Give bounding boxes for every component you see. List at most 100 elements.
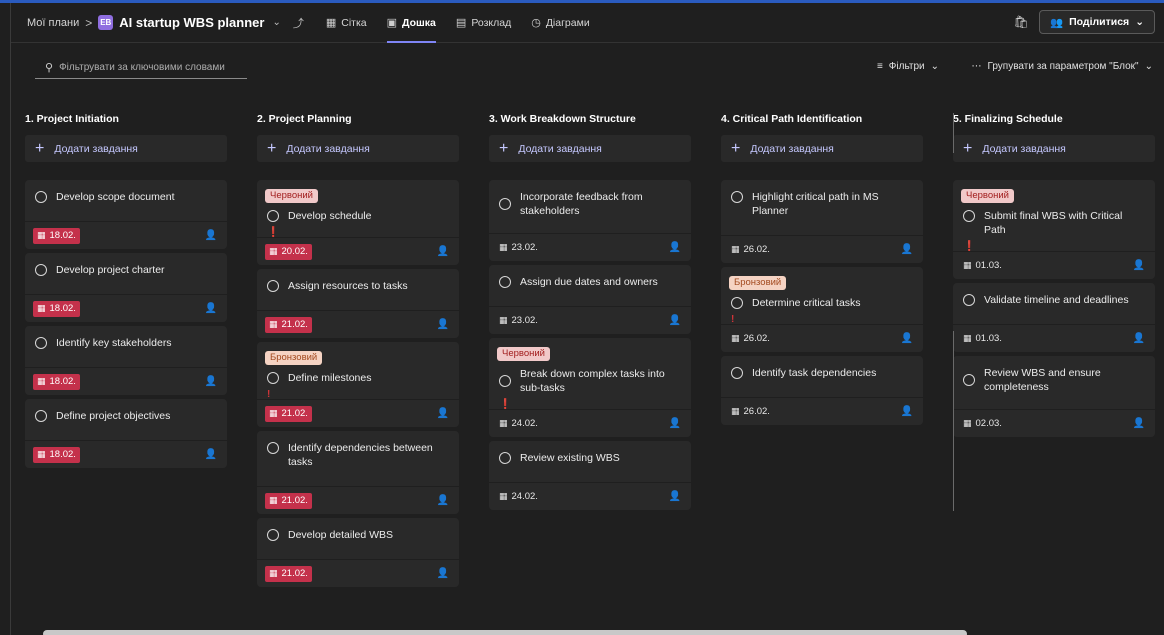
complete-checkbox[interactable] [35, 337, 47, 349]
filters-label: Фільтри [888, 61, 925, 72]
complete-checkbox[interactable] [499, 198, 511, 210]
complete-checkbox[interactable] [35, 410, 47, 422]
tab-board[interactable]: ▣ Дошка [386, 3, 437, 43]
assign-icon[interactable]: 👤 [901, 333, 913, 344]
assign-icon[interactable]: 👤 [437, 568, 449, 579]
due-date-badge: ▦ 26.02. [729, 331, 774, 347]
task-card[interactable]: Бронзовий Determine critical tasks ! ▦ 26… [721, 267, 923, 352]
complete-checkbox[interactable] [499, 452, 511, 464]
due-date: 21.02. [281, 408, 308, 419]
share-button[interactable]: 👥 Поділитися ⌄ [1039, 10, 1155, 34]
tab-schedule[interactable]: ▤ Розклад [456, 3, 511, 43]
task-card[interactable]: Develop scope document ▦ 18.02. 👤 [25, 180, 227, 249]
complete-checkbox[interactable] [267, 529, 279, 541]
due-date: 23.02. [511, 242, 538, 253]
board-icon: ▣ [386, 17, 398, 29]
task-card[interactable]: Бронзовий Define milestones ! ▦ 21.02. 👤 [257, 342, 459, 427]
complete-checkbox[interactable] [963, 374, 975, 386]
assign-icon[interactable]: 👤 [1133, 260, 1145, 271]
task-card[interactable]: Червоний Submit final WBS with Critical … [953, 180, 1155, 279]
complete-checkbox[interactable] [963, 294, 975, 306]
breadcrumb-my-plans[interactable]: Мої плани [27, 17, 79, 29]
assign-icon[interactable]: 👤 [669, 315, 681, 326]
complete-checkbox[interactable] [35, 191, 47, 203]
task-card[interactable]: Review existing WBS ▦ 24.02. 👤 [489, 441, 691, 510]
complete-checkbox[interactable] [963, 210, 975, 222]
task-title: Validate timeline and deadlines [984, 294, 1129, 306]
task-card[interactable]: Develop project charter ▦ 18.02. 👤 [25, 253, 227, 322]
complete-checkbox[interactable] [499, 375, 511, 387]
tab-grid[interactable]: ▦ Сітка [326, 3, 367, 43]
assign-icon[interactable]: 👤 [669, 491, 681, 502]
due-date-badge: ▦ 23.02. [497, 313, 542, 329]
toolbar: ⚲ Фільтрувати за ключовими словами ≡ Філ… [11, 43, 1164, 93]
filters-button[interactable]: ≡ Фільтри ⌄ [877, 61, 939, 72]
due-date: 23.02. [511, 315, 538, 326]
assign-icon[interactable]: 👤 [437, 408, 449, 419]
add-task-label: Додати завдання [54, 142, 138, 155]
task-card[interactable]: Assign due dates and owners ▦ 23.02. 👤 [489, 265, 691, 334]
assign-icon[interactable]: 👤 [437, 319, 449, 330]
plan-title[interactable]: AI startup WBS planner [119, 15, 264, 30]
assign-icon[interactable]: 👤 [205, 376, 217, 387]
bucket-title[interactable]: 2. Project Planning [257, 113, 459, 129]
complete-checkbox[interactable] [731, 297, 743, 309]
plus-icon: + [267, 139, 277, 157]
assign-icon[interactable]: 👤 [437, 246, 449, 257]
search-placeholder: Фільтрувати за ключовими словами [59, 62, 225, 73]
assign-icon[interactable]: 👤 [1133, 418, 1145, 429]
task-card[interactable]: Highlight critical path in MS Planner ▦ 2… [721, 180, 923, 263]
complete-checkbox[interactable] [267, 280, 279, 292]
assign-icon[interactable]: 👤 [669, 242, 681, 253]
task-card[interactable]: Assign resources to tasks ▦ 21.02. 👤 [257, 269, 459, 338]
complete-checkbox[interactable] [267, 442, 279, 454]
task-card[interactable]: Червоний Develop schedule ❗ ▦ 20.02. 👤 [257, 180, 459, 265]
task-card[interactable]: Incorporate feedback from stakeholders ▦… [489, 180, 691, 261]
bucket-title[interactable]: 4. Critical Path Identification [721, 113, 923, 129]
bucket-column: 3. Work Breakdown Structure + Додати зав… [489, 113, 691, 514]
assign-icon[interactable]: 👤 [205, 449, 217, 460]
task-card[interactable]: Develop detailed WBS ▦ 21.02. 👤 [257, 518, 459, 587]
tab-charts[interactable]: ◷ Діаграми [531, 3, 590, 43]
add-task-button[interactable]: + Додати завдання [25, 135, 227, 162]
bucket-title[interactable]: 1. Project Initiation [25, 113, 227, 129]
view-tabs: ▦ Сітка ▣ Дошка ▤ Розклад ◷ Діаграми [326, 3, 590, 43]
urgent-priority-icon: ❗ [963, 241, 976, 252]
complete-checkbox[interactable] [35, 264, 47, 276]
horizontal-scrollbar[interactable] [43, 630, 967, 635]
assign-icon[interactable]: 👤 [669, 418, 681, 429]
assign-icon[interactable]: 👤 [901, 244, 913, 255]
due-date-badge: ▦ 01.03. [961, 258, 1006, 274]
calendar-icon: ▦ [499, 315, 508, 325]
premium-bag-icon[interactable]: 🛍 [1014, 15, 1029, 29]
add-task-button[interactable]: + Додати завдання [257, 135, 459, 162]
label-badge: Червоний [961, 189, 1014, 203]
task-card[interactable]: Define project objectives ▦ 18.02. 👤 [25, 399, 227, 468]
add-task-button[interactable]: + Додати завдання [721, 135, 923, 162]
group-by-button[interactable]: ⋯ Групувати за параметром "Блок" ⌄ [971, 61, 1153, 72]
assign-icon[interactable]: 👤 [205, 230, 217, 241]
assign-icon[interactable]: 👤 [437, 495, 449, 506]
task-card[interactable]: Review WBS and ensure completeness ▦ 02.0… [953, 356, 1155, 437]
assign-icon[interactable]: 👤 [205, 303, 217, 314]
task-card[interactable]: Identify task dependencies ▦ 26.02. 👤 [721, 356, 923, 425]
complete-checkbox[interactable] [731, 367, 743, 379]
due-date-badge: ▦ 02.03. [961, 416, 1006, 432]
pin-icon[interactable]: ⤴ [293, 15, 304, 31]
assign-icon[interactable]: 👤 [901, 406, 913, 417]
add-task-button[interactable]: + Додати завдання [489, 135, 691, 162]
task-card[interactable]: Червоний Break down complex tasks into s… [489, 338, 691, 437]
complete-checkbox[interactable] [731, 191, 743, 203]
assign-icon[interactable]: 👤 [1133, 333, 1145, 344]
search-input[interactable]: ⚲ Фільтрувати за ключовими словами [35, 57, 247, 79]
task-card[interactable]: Identify key stakeholders ▦ 18.02. 👤 [25, 326, 227, 395]
task-card[interactable]: Validate timeline and deadlines ▦ 01.03. 👤 [953, 283, 1155, 352]
add-task-button[interactable]: + Додати завдання [953, 135, 1155, 162]
chevron-down-icon[interactable]: ⌄ [272, 17, 280, 28]
task-card[interactable]: Identify dependencies between tasks ▦ 21.… [257, 431, 459, 514]
complete-checkbox[interactable] [267, 210, 279, 222]
bucket-title[interactable]: 3. Work Breakdown Structure [489, 113, 691, 129]
complete-checkbox[interactable] [267, 372, 279, 384]
bucket-title[interactable]: 5. Finalizing Schedule [953, 113, 1155, 129]
complete-checkbox[interactable] [499, 276, 511, 288]
